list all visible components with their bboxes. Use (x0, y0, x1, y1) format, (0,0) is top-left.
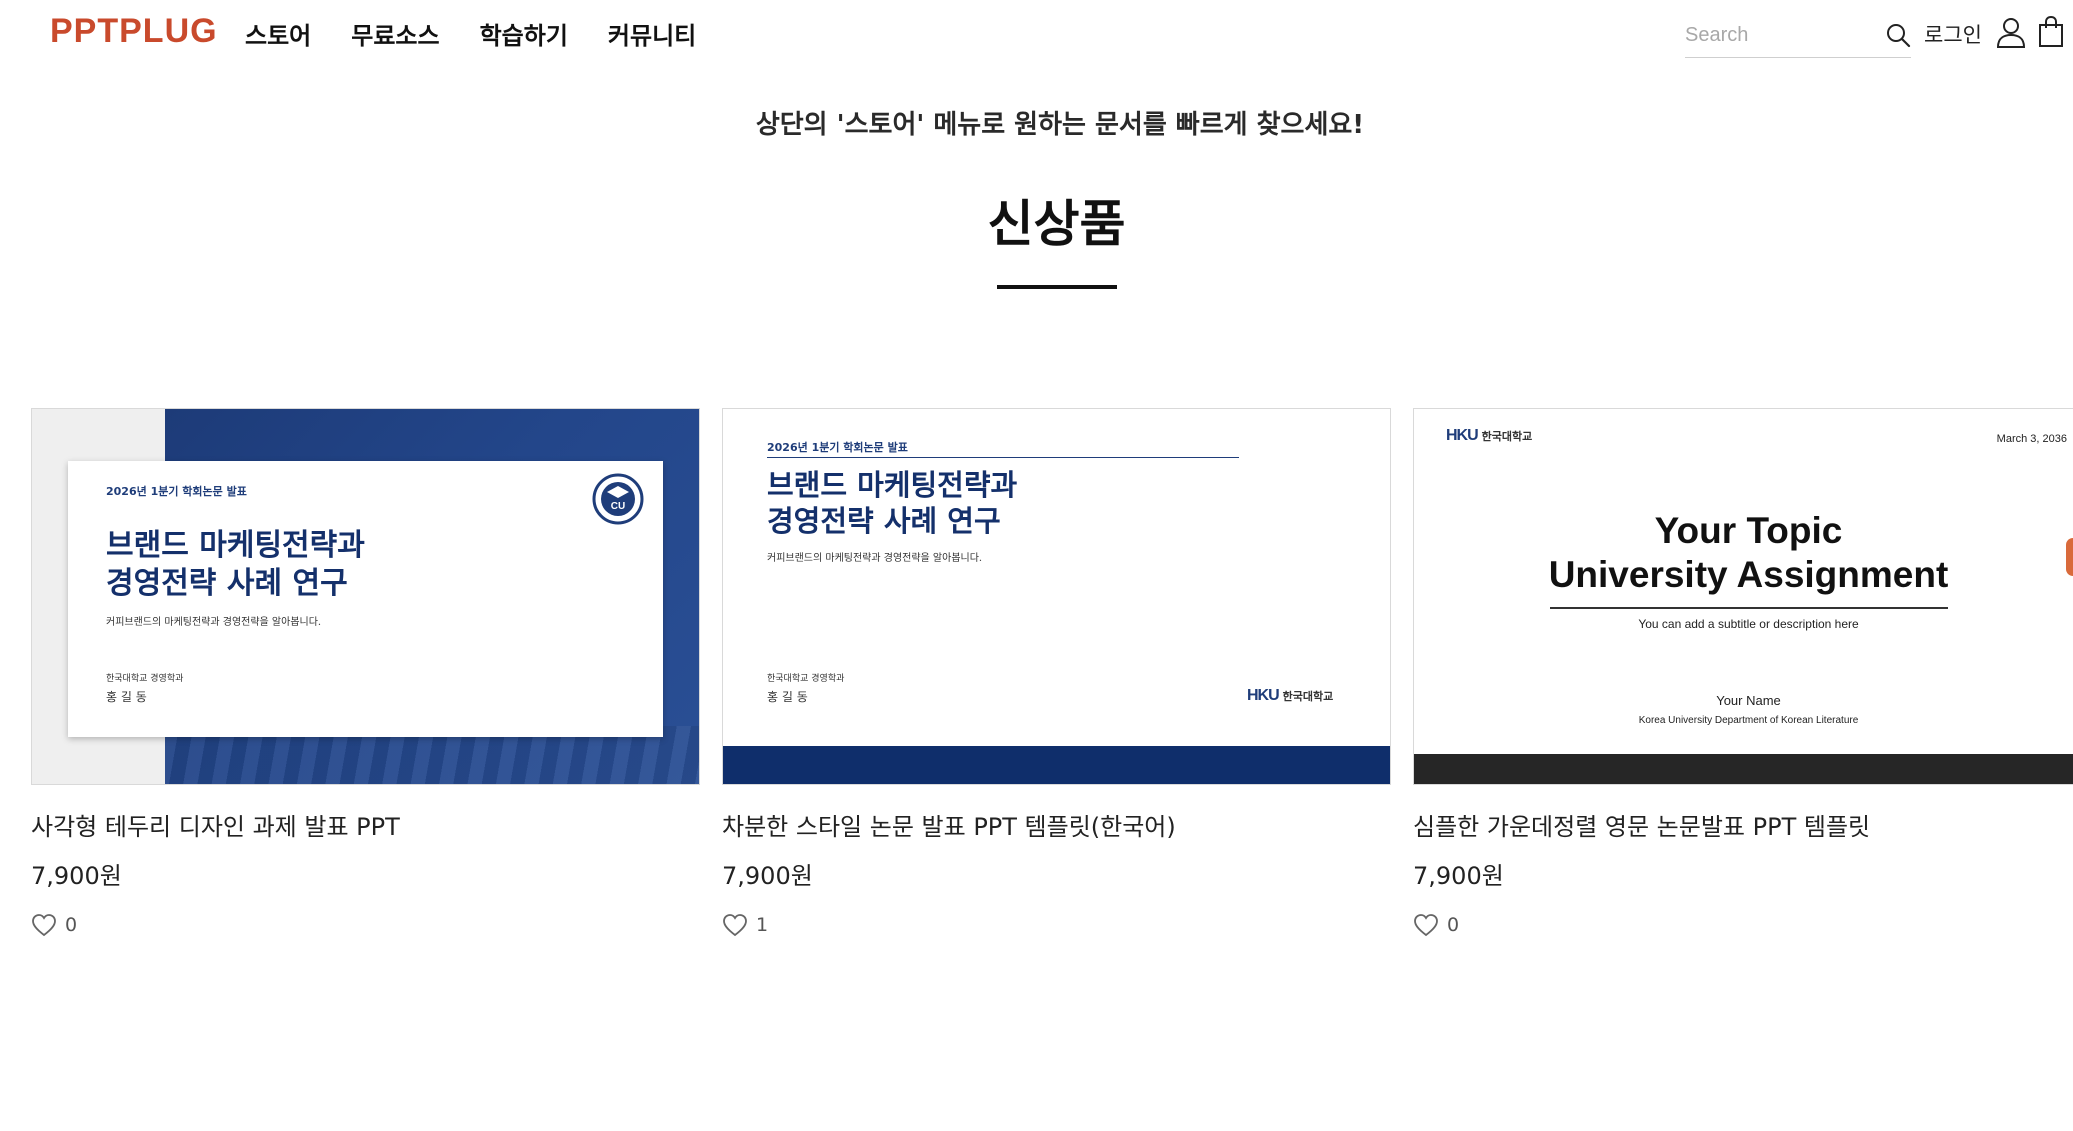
nav-item-learning[interactable]: 학습하기 (480, 16, 568, 51)
product-card: 2026년 1분기 학회논문 발표 브랜드 마케팅전략과 경영전략 사례 연구 … (31, 408, 700, 937)
product-name[interactable]: 차분한 스타일 논문 발표 PPT 템플릿(한국어) (722, 807, 1391, 842)
slide-label: 2026년 1분기 학회논문 발표 (106, 485, 247, 498)
slide-description: 커피브랜드의 마케팅전략과 경영전략을 알아봅니다. (106, 617, 322, 628)
slide-title-line2: 경영전략 사례 연구 (106, 565, 348, 601)
slide-date: March 3, 2036 (1996, 433, 2067, 445)
slide-title-line2: University Assignment (1548, 554, 1949, 596)
slide-title-line2: 경영전략 사례 연구 (767, 504, 1001, 539)
main-nav: 스토어 무료소스 학습하기 커뮤니티 (245, 16, 696, 51)
emblem-text: CU (611, 501, 625, 512)
notice-text: 상단의 '스토어' 메뉴로 원하는 문서를 빠르게 찾으세요! (755, 110, 1365, 140)
product-price: 7,900원 (722, 862, 813, 890)
slide-label: 2026년 1분기 학회논문 발표 (767, 441, 908, 454)
product-likes: 0 (31, 913, 700, 937)
product-price: 7,900원 (1413, 862, 1504, 890)
slide-presenter-name: Your Name (1716, 693, 1781, 708)
product-name[interactable]: 심플한 가운데정렬 영문 논문발표 PPT 템플릿 (1413, 807, 2073, 842)
slide-description: 커피브랜드의 마케팅전략과 경영전략을 알아봅니다. (767, 553, 983, 564)
product-likes: 0 (1413, 913, 2073, 937)
product-thumbnail[interactable]: HKU 한국대학교 March 3, 2036 Your Topic Unive… (1413, 408, 2073, 785)
slide-title: 브랜드 마케팅전략과 경영전략 사례 연구 (767, 467, 1017, 540)
site-logo[interactable]: PPTPLUG (50, 12, 218, 51)
slide-subtitle: You can add a subtitle or description he… (1638, 617, 1859, 631)
slide-title: Your Topic University Assignment (1414, 509, 2073, 598)
slide-person: 홍 길 동 (106, 690, 147, 704)
slide-rule (1550, 607, 1948, 609)
heart-icon[interactable] (31, 913, 57, 937)
university-logo-name: 한국대학교 (1481, 430, 1533, 443)
slide-presenter: 한국대학교 경영학과 홍 길 동 (106, 671, 183, 705)
shopping-bag-icon[interactable] (2038, 16, 2064, 48)
slide-title: 브랜드 마케팅전략과 경영전략 사례 연구 (106, 527, 365, 602)
university-logo-mark: HKU (1446, 427, 1479, 444)
slide-affiliation: 한국대학교 경영학과 (767, 674, 845, 684)
slide-bottom-bar (723, 746, 1390, 784)
search-box (1685, 14, 1911, 58)
title-underline (997, 285, 1117, 289)
slide-presenter: 한국대학교 경영학과 홍 길 동 (767, 671, 844, 705)
search-input[interactable] (1685, 18, 1875, 52)
nav-item-store[interactable]: 스토어 (245, 16, 311, 51)
university-logo-mark: HKU (1247, 687, 1280, 704)
product-price: 7,900원 (31, 862, 122, 890)
product-name[interactable]: 사각형 테두리 디자인 과제 발표 PPT (31, 807, 700, 842)
section-title: 신상품 (987, 195, 1126, 253)
user-icon[interactable] (1996, 16, 2026, 48)
search-icon[interactable] (1885, 22, 1911, 48)
product-card: HKU 한국대학교 March 3, 2036 Your Topic Unive… (1413, 408, 2073, 937)
slide-affiliation: 한국대학교 경영학과 (106, 674, 184, 684)
slide-title-line1: 브랜드 마케팅전략과 (767, 468, 1018, 502)
slide-person: 홍 길 동 (767, 690, 808, 704)
university-logo: HKU 한국대학교 (1446, 427, 1532, 445)
site-header: PPTPLUG 스토어 무료소스 학습하기 커뮤니티 로그인 (0, 0, 2073, 70)
slide-department: Korea University Department of Korean Li… (1638, 715, 1859, 726)
carousel-next-indicator[interactable] (2066, 538, 2073, 576)
product-thumbnail[interactable]: 2026년 1분기 학회논문 발표 브랜드 마케팅전략과 경영전략 사례 연구 … (722, 408, 1391, 785)
login-link[interactable]: 로그인 (1924, 19, 1982, 49)
product-thumbnail[interactable]: 2026년 1분기 학회논문 발표 브랜드 마케팅전략과 경영전략 사례 연구 … (31, 408, 700, 785)
slide-rule (767, 457, 1239, 458)
university-emblem-icon: CU (592, 473, 644, 525)
university-logo-name: 한국대학교 (1282, 690, 1334, 703)
product-card: 2026년 1분기 학회논문 발표 브랜드 마케팅전략과 경영전략 사례 연구 … (722, 408, 1391, 937)
heart-icon[interactable] (722, 913, 748, 937)
nav-item-community[interactable]: 커뮤니티 (608, 16, 696, 51)
like-count: 0 (65, 914, 78, 936)
product-likes: 1 (722, 913, 1391, 937)
slide-title-line1: 브랜드 마케팅전략과 (106, 528, 365, 563)
university-logo: HKU 한국대학교 (1247, 687, 1333, 705)
thumb-slide-panel: 2026년 1분기 학회논문 발표 브랜드 마케팅전략과 경영전략 사례 연구 … (68, 461, 663, 737)
like-count: 0 (1447, 914, 1460, 936)
slide-title-line1: Your Topic (1654, 510, 1843, 551)
nav-item-free-sources[interactable]: 무료소스 (351, 16, 439, 51)
like-count: 1 (756, 914, 769, 936)
heart-icon[interactable] (1413, 913, 1439, 937)
slide-bottom-bar (1414, 754, 2073, 784)
